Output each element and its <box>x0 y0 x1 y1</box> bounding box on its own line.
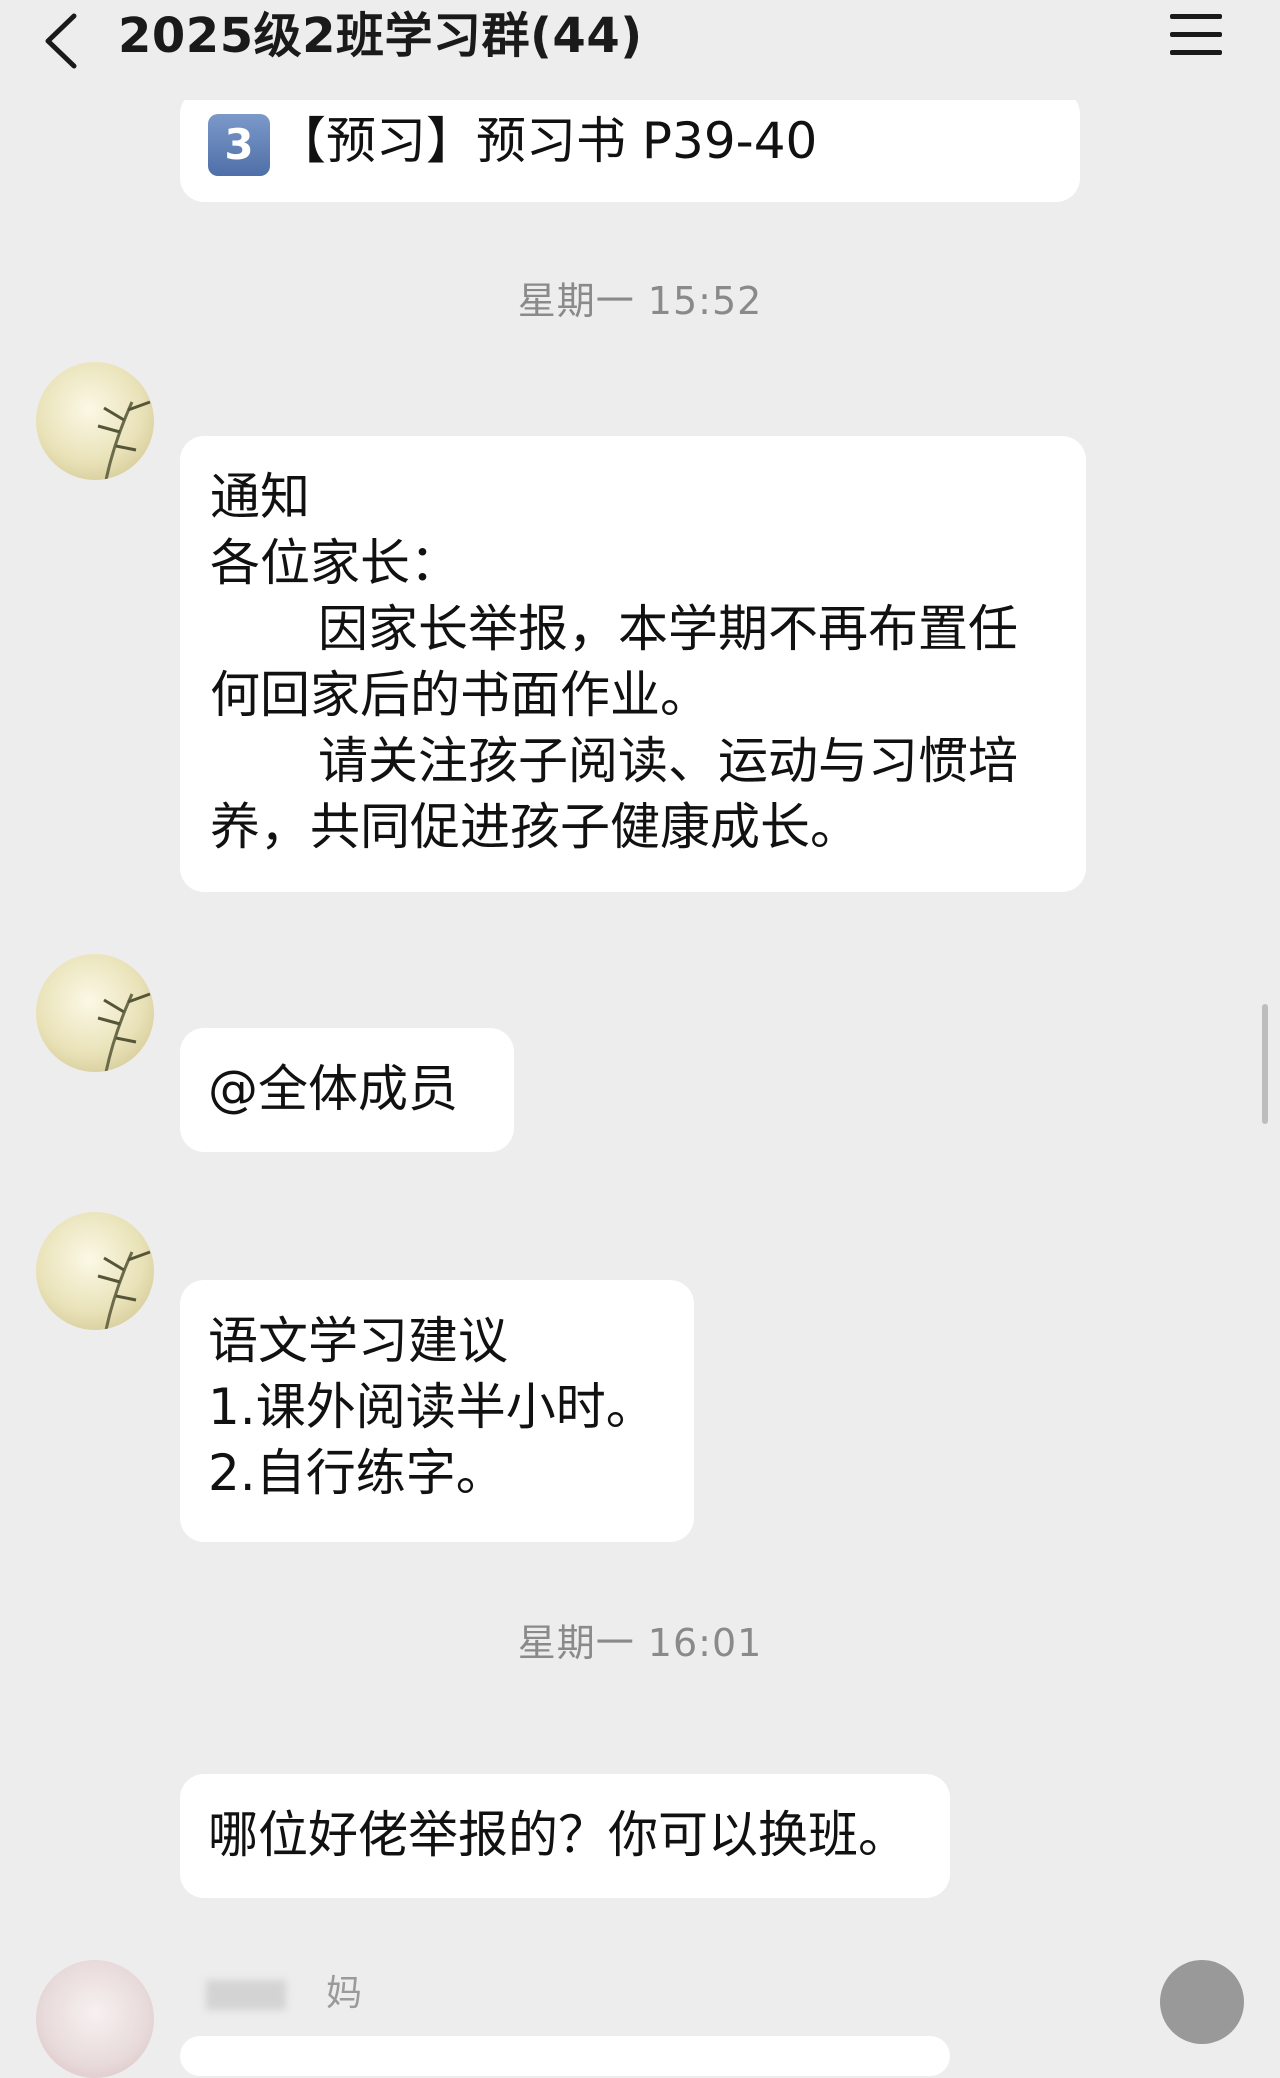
notice-line: 何回家后的书面作业。 <box>210 666 710 724</box>
notice-line: 请关注孩子阅读、运动与习惯培 <box>318 732 1018 790</box>
bamboo-icon <box>97 400 151 480</box>
reply-text: 哪位好佬举报的？你可以换班。 <box>208 1806 908 1864</box>
study-advice-bubble[interactable]: 语文学习建议 1.课外阅读半小时。 2.自行练字。 <box>180 1280 694 1542</box>
advice-title: 语文学习建议 <box>208 1312 508 1370</box>
bamboo-icon <box>97 992 151 1072</box>
bamboo-icon <box>97 1250 151 1330</box>
message-text: 【预习】预习书 P39-40 <box>276 112 818 170</box>
chat-header: 2025级2班学习群(44) <box>0 0 1280 100</box>
message-bubble-partial[interactable] <box>180 2036 950 2076</box>
notice-line: 养，共同促进孩子健康成长。 <box>210 798 860 856</box>
mention-all-bubble[interactable]: @全体成员 <box>180 1028 514 1152</box>
timestamp: 星期一 15:52 <box>517 279 763 323</box>
timestamp: 星期一 16:01 <box>517 1621 763 1665</box>
chat-title: 2025级2班学习群(44) <box>118 8 643 64</box>
scrollbar[interactable] <box>1262 1004 1268 1124</box>
avatar[interactable] <box>36 362 154 480</box>
notice-line: 各位家长： <box>210 534 460 592</box>
sender-name: 妈 <box>206 1964 362 2016</box>
floating-action-button[interactable] <box>1160 1960 1244 2044</box>
notice-title: 通知 <box>210 468 310 526</box>
menu-icon[interactable] <box>1168 10 1224 60</box>
avatar[interactable] <box>36 1212 154 1330</box>
notice-line: 因家长举报，本学期不再布置任 <box>318 600 1018 658</box>
number-badge: 3 <box>208 113 270 176</box>
advice-item: 1.课外阅读半小时。 <box>208 1378 656 1436</box>
notice-message-bubble[interactable]: 通知 各位家长： 因家长举报，本学期不再布置任 何回家后的书面作业。 请关注孩子… <box>180 436 1086 892</box>
avatar[interactable] <box>36 1960 154 2078</box>
message-bubble-preview[interactable]: 3 【预习】预习书 P39-40 <box>180 90 1080 202</box>
mention-text: @全体成员 <box>208 1060 458 1118</box>
avatar[interactable] <box>36 954 154 1072</box>
reply-message-bubble[interactable]: 哪位好佬举报的？你可以换班。 <box>180 1774 950 1898</box>
advice-item: 2.自行练字。 <box>208 1444 506 1502</box>
back-arrow-icon[interactable] <box>40 12 84 70</box>
